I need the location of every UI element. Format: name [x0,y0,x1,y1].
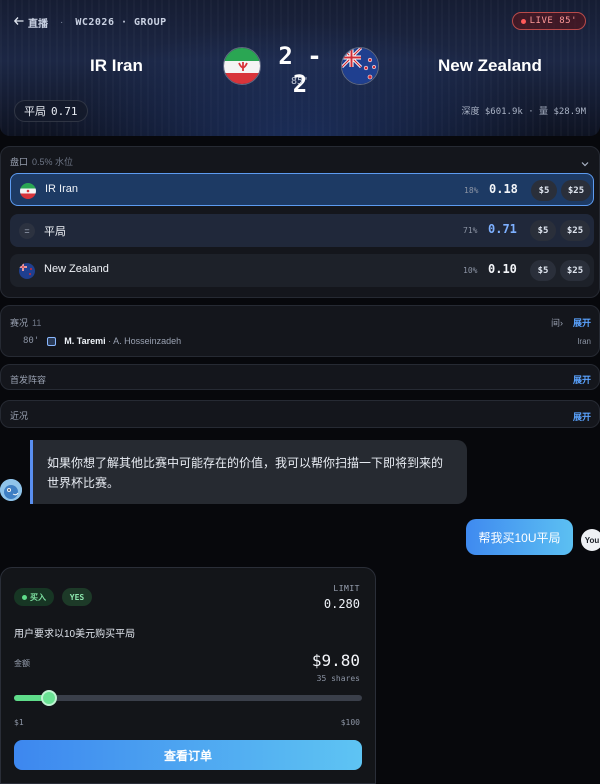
recent-form-card[interactable]: 近况 展开 [0,400,600,428]
outcome-price: 0.18 [489,182,518,196]
substitution-icon [47,336,57,346]
events-controls: 间› 展开 [551,316,591,329]
outcome-row-new-zealand[interactable]: New Zealand 10% 0.10 $5 $25 [10,254,594,287]
outcome-name: IR Iran [45,183,79,195]
lineup-expand-button[interactable]: 展开 [573,373,591,386]
outcome-price: 0.10 [488,262,517,276]
bet-25-button[interactable]: $25 [561,180,591,201]
outcome-row-draw[interactable]: = 平局 71% 0.71 $5 $25 [10,214,594,247]
events-hint[interactable]: 间› [551,316,563,329]
limit-label: LIMIT [333,584,360,593]
away-team-name: New Zealand [438,56,542,75]
events-expand-button[interactable]: 展开 [573,316,591,329]
order-card: 买入 YES LIMIT 0.280 用户要求以10美元购买平局 金额 $9.8… [0,567,376,784]
market-title: 盘口 [10,157,29,167]
outcome-price: 0.71 [488,222,517,236]
market-stats: 深度 $601.9k · 量 $28.9M [461,107,586,117]
buy-dot-icon [22,594,27,600]
chevron-down-icon[interactable] [581,155,589,167]
home-team-name: IR Iran [90,56,143,75]
outcome-name: New Zealand [44,263,109,275]
side-chip-label: 买入 [30,592,46,602]
bet-5-button[interactable]: $5 [530,260,556,281]
bet-25-button[interactable]: $25 [560,220,590,241]
separator: · [60,16,64,28]
outcome-name: 平局 [44,226,66,238]
order-instruction: 用户要求以10美元购买平局 [14,629,136,640]
outcome-pct: 71% [463,226,478,235]
iran-flag-icon [223,47,261,85]
bet-5-button[interactable]: $5 [531,180,557,201]
event-minute: 80' [23,336,40,346]
iran-flag-icon [20,183,36,199]
player-out: · A. Hosseinzadeh [108,336,182,346]
user-message: 帮我买10U平局 [466,519,573,555]
live-badge: LIVE 85' [511,12,586,30]
slider-handle[interactable] [40,690,57,706]
match-events-card: 赛况 11 间› 展开 80' M. Taremi · A. Hosseinzad… [0,305,600,357]
limit-price: 0.280 [323,597,360,611]
top-bar: 直播 · WC2026 · GROUP LIVE 85' [13,12,586,30]
lineup-title: 首发阵容 [10,375,47,385]
assistant-message: 如果你想了解其他比赛中可能存在的价值，我可以帮你扫描一下即将到来的世界杯比赛。 [30,440,467,504]
shares-count: 35 shares [316,674,360,683]
draw-price-pill[interactable]: 平局 0.71 [14,100,88,122]
market-header: 盘口 0.5% 水位 [10,155,73,168]
slider-max-label: $100 [340,718,360,727]
market-subtitle: 0.5% 水位 [32,157,74,167]
new-zealand-flag-icon [341,47,379,85]
equals-icon: = [19,223,35,239]
events-count: 11 [32,318,42,328]
draw-label: 平局 [24,106,46,118]
outcome-row-iran[interactable]: IR Iran 18% 0.18 $5 $25 [10,173,594,206]
form-title: 近况 [10,411,29,421]
match-minute: 85' [290,76,310,87]
slider-min-label: $1 [14,718,24,727]
outcome-pct: 18% [464,186,479,195]
events-header: 赛况 11 [10,316,41,329]
market-card: 盘口 0.5% 水位 IR Iran 18% 0.18 $5 $25 = 平局 7… [0,146,600,298]
match-header: 直播 · WC2026 · GROUP LIVE 85' IR Iran 2 -… [0,0,600,136]
back-label: 直播 [28,18,48,30]
bet-25-button[interactable]: $25 [560,260,590,281]
event-row: 80' M. Taremi · A. Hosseinzadeh [23,336,181,346]
user-avatar: You [581,529,600,551]
bot-avatar-icon [0,479,22,501]
player-in: M. Taremi [64,336,106,346]
side-chip: 买入 [14,588,54,606]
draw-price: 0.71 [51,104,78,118]
back-arrow-icon [13,16,24,28]
view-order-button[interactable]: 查看订单 [14,740,362,770]
lineup-card[interactable]: 首发阵容 展开 [0,364,600,390]
form-expand-button[interactable]: 展开 [573,410,591,423]
new-zealand-flag-icon [19,263,35,279]
live-dot-icon [520,18,526,24]
outcome-pct: 10% [463,266,478,275]
live-badge-text: LIVE 85' [529,16,577,26]
score: 2 - 2 [278,42,322,98]
bet-5-button[interactable]: $5 [530,220,556,241]
amount-label: 金额 [14,659,30,668]
back-button[interactable]: 直播 [13,15,48,30]
outcome-chip: YES [62,588,92,606]
amount-slider[interactable] [14,690,362,706]
amount-value: $9.80 [311,651,360,670]
events-title: 赛况 [10,318,29,328]
event-team: Iran [577,337,591,346]
competition-label: WC2026 · GROUP [75,16,167,28]
